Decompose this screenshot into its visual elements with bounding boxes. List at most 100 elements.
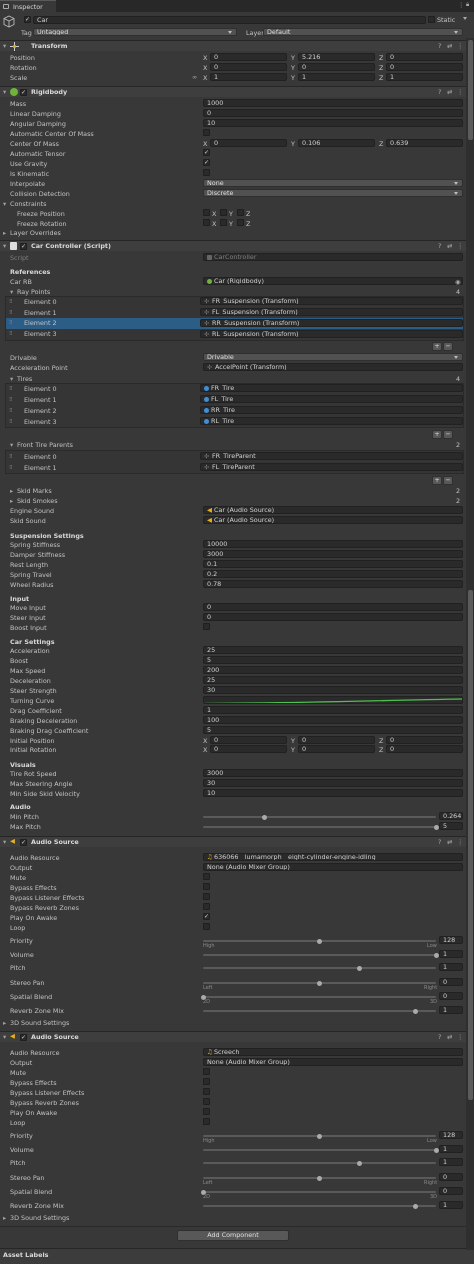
drag-handle-icon[interactable]: ⠿ — [9, 300, 13, 305]
drag-handle-icon[interactable]: ⠿ — [9, 420, 13, 425]
min-pitch-slider-track[interactable] — [203, 816, 436, 818]
bypass-reverb-checkbox[interactable] — [203, 903, 210, 910]
ray-point-field[interactable]: ⊹ FR_Suspension (Transform) — [200, 297, 463, 305]
reverb-zone-mix-slider-handle[interactable] — [412, 1008, 418, 1014]
foldout-arrow-icon[interactable]: ▸ — [3, 1215, 6, 1222]
center-of-mass-z-field[interactable]: 0.639 — [386, 139, 463, 147]
ray-points-count[interactable]: 4 — [456, 289, 460, 296]
output-field[interactable]: None (Audio Mixer Group) — [203, 1058, 463, 1066]
presets-icon[interactable]: ⇄ — [447, 89, 452, 96]
layer-dropdown[interactable]: Default — [263, 28, 463, 36]
min-pitch-slider-handle[interactable] — [262, 814, 267, 820]
static-checkbox[interactable] — [428, 16, 435, 23]
stereo-pan-slider-handle[interactable] — [317, 980, 322, 986]
audio-resource-field[interactable]: ♫ Screech — [203, 1048, 463, 1056]
front-tire-parents-count[interactable]: 2 — [456, 442, 460, 449]
bypass-listener-checkbox[interactable] — [203, 893, 210, 900]
remove-element-button[interactable]: − — [443, 342, 453, 351]
initial-position-y-field[interactable]: 0 — [298, 736, 375, 744]
skid-marks-label[interactable]: Skid Marks — [17, 488, 52, 495]
transform-header[interactable]: ▾ Transform ? ⇄ ⋮ — [0, 40, 474, 51]
skid-marks-count[interactable]: 2 — [456, 488, 460, 495]
bypass-effects-checkbox[interactable] — [203, 1078, 210, 1085]
reverb-zone-mix-field[interactable]: 1 — [439, 1006, 463, 1014]
help-icon[interactable]: ? — [438, 839, 441, 846]
foldout-arrow-icon[interactable]: ▾ — [3, 839, 6, 846]
skid-sound-field[interactable]: ◀ Car (Audio Source) — [203, 516, 463, 524]
turning-curve-field[interactable] — [203, 696, 463, 704]
drag-handle-icon[interactable]: ⠿ — [9, 311, 13, 316]
tire-field[interactable]: RR_Tire — [200, 406, 463, 414]
priority-field[interactable]: 128 — [439, 936, 463, 944]
spatial-blend-slider-track[interactable] — [203, 1191, 436, 1193]
bypass-effects-checkbox[interactable] — [203, 883, 210, 890]
priority-field[interactable]: 128 — [439, 1131, 463, 1139]
foldout-arrow-icon[interactable]: ▸ — [3, 1020, 6, 1027]
ray-points-label[interactable]: Ray Points — [17, 289, 50, 296]
kebab-icon[interactable]: ⋮ — [458, 2, 464, 9]
steer-input-field[interactable]: 0 — [203, 613, 463, 621]
skid-smokes-count[interactable]: 2 — [456, 498, 460, 505]
foldout-arrow-icon[interactable]: ▾ — [10, 376, 13, 383]
initial-rotation-y-field[interactable]: 0 — [298, 745, 375, 753]
audio-resource-field[interactable]: ♫ 636066__lumamorph__eight-cylinder-engin… — [203, 853, 463, 861]
lock-icon[interactable]: 🔒︎ — [466, 2, 469, 8]
tire-rot-speed-field[interactable]: 3000 — [203, 769, 463, 777]
boost-input-checkbox[interactable] — [203, 623, 210, 630]
pitch-field[interactable]: 1 — [439, 1158, 463, 1166]
add-element-button[interactable]: + — [432, 342, 442, 351]
mute-checkbox[interactable] — [203, 1068, 210, 1075]
asset-labels-bar[interactable]: Asset Labels — [0, 1248, 474, 1264]
pitch-slider-handle[interactable] — [356, 965, 362, 971]
freeze-position-z-checkbox[interactable] — [237, 209, 244, 216]
is-kinematic-checkbox[interactable] — [203, 169, 210, 176]
volume-field[interactable]: 1 — [439, 1145, 463, 1153]
spatial-blend-field[interactable]: 0 — [439, 992, 463, 1000]
initial-position-z-field[interactable]: 0 — [386, 736, 463, 744]
spatial-blend-slider-track[interactable] — [203, 996, 436, 998]
spring-travel-field[interactable]: 0.2 — [203, 570, 463, 578]
presets-icon[interactable]: ⇄ — [447, 243, 452, 250]
foldout-arrow-icon[interactable]: ▾ — [3, 89, 6, 96]
rest-length-field[interactable]: 0.1 — [203, 560, 463, 568]
foldout-arrow-icon[interactable]: ▾ — [10, 289, 13, 296]
steer-strength-field[interactable]: 30 — [203, 686, 463, 694]
reverb-zone-mix-field[interactable]: 1 — [439, 1201, 463, 1209]
scale-x-field[interactable]: 1 — [210, 73, 287, 81]
link-icon[interactable]: ∞ — [192, 74, 197, 81]
remove-element-button[interactable]: − — [443, 430, 453, 439]
drivable-dropdown[interactable]: Drivable — [203, 353, 463, 361]
component-menu-icon[interactable]: ⋮ — [457, 89, 463, 96]
position-y-field[interactable]: 5.216 — [298, 53, 375, 61]
component-menu-icon[interactable]: ⋮ — [457, 43, 463, 50]
spatial-blend-field[interactable]: 0 — [439, 1187, 463, 1195]
foldout-arrow-icon[interactable]: ▾ — [3, 201, 6, 208]
tires-label[interactable]: Tires — [17, 376, 32, 383]
priority-slider-handle[interactable] — [317, 1133, 322, 1139]
auto-center-of-mass-checkbox[interactable] — [203, 129, 210, 136]
max-pitch-slider-handle[interactable] — [433, 824, 439, 830]
presets-icon[interactable]: ⇄ — [447, 1034, 452, 1041]
boost-field[interactable]: 5 — [203, 656, 463, 664]
angular-damping-field[interactable]: 10 — [203, 119, 463, 127]
pitch-slider-track[interactable] — [203, 967, 436, 969]
collision-detection-dropdown[interactable]: Discrete — [203, 189, 463, 197]
max-steering-angle-field[interactable]: 30 — [203, 779, 463, 787]
volume-slider-handle[interactable] — [433, 1147, 439, 1153]
volume-field[interactable]: 1 — [439, 950, 463, 958]
foldout-arrow-icon[interactable]: ▾ — [3, 1034, 6, 1041]
rigidbody-enabled-checkbox[interactable]: ✓ — [20, 89, 27, 96]
stereo-pan-slider-handle[interactable] — [317, 1175, 322, 1181]
max-pitch-field[interactable]: 5 — [439, 822, 463, 830]
drag-handle-icon[interactable]: ⠿ — [9, 387, 13, 392]
rigidbody-header[interactable]: ▾ ✓ Rigidbody ? ⇄ ⋮ — [0, 86, 474, 97]
foldout-arrow-icon[interactable]: ▸ — [10, 498, 13, 505]
foldout-arrow-icon[interactable]: ▸ — [10, 488, 13, 495]
audio-source-header[interactable]: ▾ ◀ ✓ Audio Source ? ⇄ ⋮ — [0, 836, 474, 847]
tires-count[interactable]: 4 — [456, 376, 460, 383]
drag-handle-icon[interactable]: ⠿ — [9, 332, 13, 337]
linear-damping-field[interactable]: 0 — [203, 109, 463, 117]
car-rb-field[interactable]: Car (Rigidbody) — [203, 277, 463, 285]
layer-overrides-label[interactable]: Layer Overrides — [10, 230, 61, 237]
front-tire-parent-field[interactable]: ⊹ FR_TireParent — [200, 452, 463, 460]
